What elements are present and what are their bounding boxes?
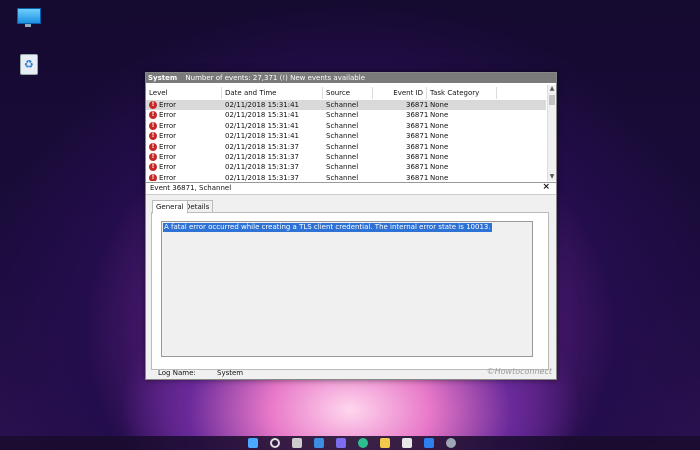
search-icon[interactable] — [270, 438, 280, 448]
scroll-thumb[interactable] — [549, 95, 555, 105]
recycle-bin-icon[interactable] — [16, 52, 44, 76]
row-task: None — [430, 173, 449, 181]
scroll-down-icon[interactable]: ▼ — [548, 173, 556, 181]
event-row[interactable]: ! Error 02/11/2018 15:31:41 Schannel 368… — [146, 100, 546, 111]
row-event-id: 36871 — [406, 142, 429, 151]
column-task-category[interactable]: Task Category — [427, 87, 497, 99]
row-task: None — [430, 142, 449, 151]
general-panel: A fatal error occurred while creating a … — [151, 212, 549, 370]
event-row[interactable]: ! Error 02/11/2018 15:31:37 Schannel 368… — [146, 173, 546, 181]
chat-icon[interactable] — [336, 438, 346, 448]
tab-general[interactable]: General — [152, 200, 188, 214]
row-source: Schannel — [326, 101, 359, 109]
monitor-stand — [25, 24, 31, 27]
row-datetime: 02/11/2018 15:31:41 — [225, 101, 300, 109]
row-level: Error — [159, 101, 177, 109]
event-viewer-window: System Number of events: 27,371 (!) New … — [145, 72, 557, 380]
this-pc-icon[interactable] — [14, 7, 42, 31]
row-datetime: 02/11/2018 15:31:37 — [225, 173, 300, 181]
column-event-id[interactable]: Event ID — [373, 87, 427, 99]
row-source: Schannel — [326, 121, 359, 130]
detail-title-bar: Event 36871, Schannel × — [146, 182, 556, 195]
row-level: Error — [159, 163, 177, 172]
row-task: None — [430, 132, 449, 141]
taskbar — [0, 436, 700, 450]
event-message-box[interactable]: A fatal error occurred while creating a … — [161, 221, 533, 357]
event-row[interactable]: ! Error 02/11/2018 15:31:37 Schannel 368… — [146, 142, 546, 152]
row-datetime: 02/11/2018 15:31:37 — [225, 163, 300, 172]
row-event-id: 36871 — [406, 173, 429, 181]
task-view-icon[interactable] — [292, 438, 302, 448]
row-source: Schannel — [326, 153, 359, 161]
settings-icon[interactable] — [446, 438, 456, 448]
scroll-up-icon[interactable]: ▲ — [548, 85, 556, 93]
row-task: None — [430, 121, 449, 130]
event-row[interactable]: ! Error 02/11/2018 15:31:37 Schannel 368… — [146, 162, 546, 172]
bin-shape — [20, 54, 38, 75]
store-icon[interactable] — [402, 438, 412, 448]
row-datetime: 02/11/2018 15:31:41 — [225, 121, 300, 130]
row-level: Error — [159, 121, 177, 130]
row-event-id: 36871 — [406, 132, 429, 141]
events-list: Level Date and Time Source Event ID Task… — [146, 85, 556, 181]
row-event-id: 36871 — [406, 163, 429, 172]
row-datetime: 02/11/2018 15:31:37 — [225, 142, 300, 151]
row-level: Error — [159, 142, 177, 151]
error-icon: ! — [149, 121, 157, 130]
event-summary: Number of events: 27,371 (!) New events … — [185, 74, 365, 82]
row-event-id: 36871 — [406, 121, 429, 130]
row-source: Schannel — [326, 132, 359, 141]
row-level: Error — [159, 173, 177, 181]
column-level[interactable]: Level — [146, 87, 222, 99]
row-datetime: 02/11/2018 15:31:37 — [225, 153, 300, 161]
row-task: None — [430, 101, 449, 109]
watermark: ©Howtoconnect — [486, 367, 552, 376]
error-icon: ! — [149, 142, 157, 151]
event-row[interactable]: ! Error 02/11/2018 15:31:41 Schannel 368… — [146, 110, 546, 120]
row-level: Error — [159, 132, 177, 141]
close-icon[interactable]: × — [542, 182, 550, 193]
error-icon: ! — [149, 101, 157, 109]
error-icon: ! — [149, 132, 157, 141]
column-date-time[interactable]: Date and Time — [222, 87, 323, 99]
row-level: Error — [159, 153, 177, 161]
error-icon: ! — [149, 111, 157, 120]
row-datetime: 02/11/2018 15:31:41 — [225, 111, 300, 120]
event-row[interactable]: ! Error 02/11/2018 15:31:41 Schannel 368… — [146, 121, 546, 131]
row-source: Schannel — [326, 142, 359, 151]
row-task: None — [430, 111, 449, 120]
row-source: Schannel — [326, 111, 359, 120]
windows-start-icon[interactable] — [248, 438, 258, 448]
edge-icon[interactable] — [358, 438, 368, 448]
monitor-screen — [17, 8, 41, 24]
row-source: Schannel — [326, 163, 359, 172]
row-event-id: 36871 — [406, 153, 429, 161]
event-message-text[interactable]: A fatal error occurred while creating a … — [163, 223, 492, 232]
log-name-label: Log Name: — [158, 369, 196, 377]
events-scrollbar[interactable]: ▲ ▼ — [547, 85, 556, 181]
error-icon: ! — [149, 163, 157, 172]
event-row[interactable]: ! Error 02/11/2018 15:31:41 Schannel 368… — [146, 131, 546, 141]
row-task: None — [430, 163, 449, 172]
file-explorer-icon[interactable] — [380, 438, 390, 448]
row-level: Error — [159, 111, 177, 120]
row-event-id: 36871 — [406, 111, 429, 120]
detail-title: Event 36871, Schannel — [150, 184, 232, 192]
error-icon: ! — [149, 153, 157, 161]
log-name: System — [148, 74, 178, 82]
row-source: Schannel — [326, 173, 359, 181]
log-name-value: System — [217, 369, 244, 377]
mail-icon[interactable] — [424, 438, 434, 448]
event-row[interactable]: ! Error 02/11/2018 15:31:37 Schannel 368… — [146, 152, 546, 162]
row-event-id: 36871 — [406, 101, 429, 109]
column-source[interactable]: Source — [323, 87, 373, 99]
log-header-bar: System Number of events: 27,371 (!) New … — [146, 73, 556, 83]
row-datetime: 02/11/2018 15:31:41 — [225, 132, 300, 141]
event-detail-pane: Event 36871, Schannel × General Details … — [146, 182, 556, 379]
error-icon: ! — [149, 173, 157, 181]
widgets-icon[interactable] — [314, 438, 324, 448]
row-task: None — [430, 153, 449, 161]
